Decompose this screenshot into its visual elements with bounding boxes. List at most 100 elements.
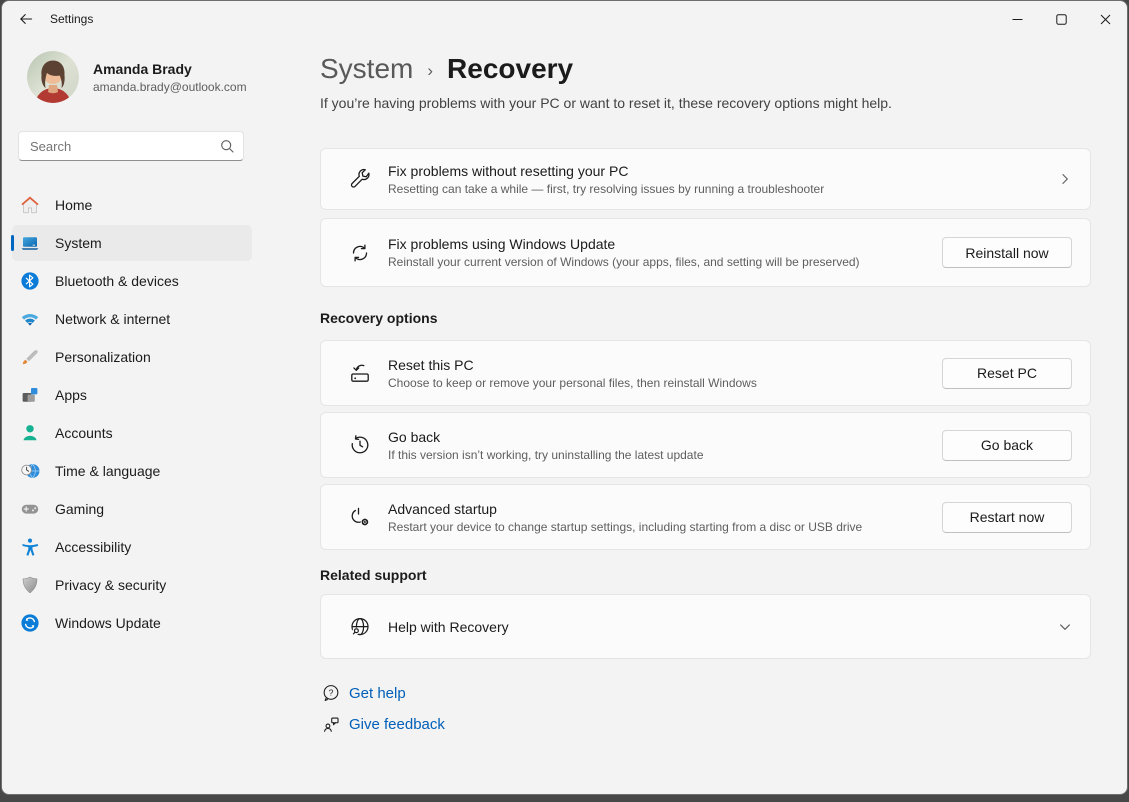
sidebar-item-system[interactable]: System (12, 225, 252, 261)
sidebar-item-personalization[interactable]: Personalization (12, 339, 252, 375)
card-description: Reinstall your current version of Window… (388, 255, 926, 269)
user-profile[interactable]: Amanda Brady amanda.brady@outlook.com (27, 51, 247, 103)
sidebar-item-label: Personalization (55, 349, 151, 365)
personalization-icon (20, 347, 40, 367)
card-description: Choose to keep or remove your personal f… (388, 376, 926, 390)
back-arrow-icon (18, 11, 34, 27)
give-feedback-label: Give feedback (349, 716, 445, 733)
window-controls (995, 1, 1127, 37)
sidebar-item-label: Home (55, 197, 92, 213)
card-title: Go back (388, 429, 926, 445)
sidebar-item-label: Accounts (55, 425, 113, 441)
sidebar-item-home[interactable]: Home (12, 187, 252, 223)
sidebar: Amanda Brady amanda.brady@outlook.com Ho… (2, 37, 262, 794)
sidebar-item-label: System (55, 235, 102, 251)
breadcrumb-separator-icon: › (427, 61, 433, 81)
sidebar-item-gaming[interactable]: Gaming (12, 491, 252, 527)
search-icon (219, 138, 235, 154)
time-language-icon (20, 461, 40, 481)
reinstall-now-button[interactable]: Reinstall now (942, 237, 1072, 268)
sidebar-nav: Home System Bluetooth & devices Network … (2, 185, 262, 643)
accounts-icon (20, 423, 40, 443)
system-icon (20, 233, 40, 253)
search-input[interactable] (30, 139, 219, 154)
reset-pc-icon (348, 361, 372, 385)
card-title: Reset this PC (388, 357, 926, 373)
gaming-icon (20, 499, 40, 519)
sidebar-item-label: Apps (55, 387, 87, 403)
sidebar-item-label: Accessibility (55, 539, 131, 555)
wrench-icon (348, 167, 372, 191)
card-help-with-recovery[interactable]: Help with Recovery (320, 594, 1091, 659)
app-title: Settings (50, 12, 93, 26)
minimize-icon (1012, 14, 1023, 25)
card-description: Resetting can take a while — first, try … (388, 182, 1042, 196)
sidebar-item-network-internet[interactable]: Network & internet (12, 301, 252, 337)
sidebar-item-accessibility[interactable]: Accessibility (12, 529, 252, 565)
sidebar-item-windows-update[interactable]: Windows Update (12, 605, 252, 641)
titlebar: Settings (2, 1, 1127, 37)
section-related-support: Related support (320, 567, 427, 583)
question-bubble-icon: ? (322, 684, 340, 702)
privacy-icon (20, 575, 40, 595)
card-description: Restart your device to change startup se… (388, 520, 926, 534)
page-title: Recovery (447, 53, 573, 85)
sidebar-item-accounts[interactable]: Accounts (12, 415, 252, 451)
card-go-back: Go back If this version isn’t working, t… (320, 412, 1091, 478)
get-help-label: Get help (349, 685, 406, 702)
minimize-button[interactable] (995, 1, 1039, 37)
apps-icon (20, 385, 40, 405)
card-fix-windows-update: Fix problems using Windows Update Reinst… (320, 218, 1091, 287)
breadcrumb: System › Recovery (320, 53, 573, 85)
globe-search-icon (348, 615, 372, 639)
svg-text:?: ? (329, 688, 334, 698)
get-help-link[interactable]: ? Get help (322, 684, 406, 702)
restart-now-button[interactable]: Restart now (942, 502, 1072, 533)
sidebar-item-label: Bluetooth & devices (55, 273, 179, 289)
close-icon (1100, 14, 1111, 25)
power-gear-icon (348, 505, 372, 529)
user-info: Amanda Brady amanda.brady@outlook.com (93, 61, 247, 94)
chevron-right-icon (1058, 172, 1072, 186)
avatar (27, 51, 79, 103)
go-back-button[interactable]: Go back (942, 430, 1072, 461)
page-subtitle: If you’re having problems with your PC o… (320, 95, 892, 111)
card-description: If this version isn’t working, try unins… (388, 448, 926, 462)
user-name: Amanda Brady (93, 61, 247, 77)
section-recovery-options: Recovery options (320, 310, 437, 326)
back-button[interactable] (10, 6, 42, 32)
maximize-icon (1056, 14, 1067, 25)
card-advanced-startup: Advanced startup Restart your device to … (320, 484, 1091, 550)
card-fix-without-reset[interactable]: Fix problems without resetting your PC R… (320, 148, 1091, 210)
sidebar-item-label: Gaming (55, 501, 104, 517)
sidebar-item-label: Time & language (55, 463, 160, 479)
sidebar-item-time-language[interactable]: Time & language (12, 453, 252, 489)
user-email: amanda.brady@outlook.com (93, 80, 247, 94)
sync-icon (348, 241, 372, 265)
search-box[interactable] (18, 131, 244, 161)
windows-update-icon (20, 613, 40, 633)
maximize-button[interactable] (1039, 1, 1083, 37)
accessibility-icon (20, 537, 40, 557)
sidebar-item-label: Windows Update (55, 615, 161, 631)
sidebar-item-privacy-security[interactable]: Privacy & security (12, 567, 252, 603)
card-reset-pc: Reset this PC Choose to keep or remove y… (320, 340, 1091, 406)
card-title: Fix problems using Windows Update (388, 236, 926, 252)
feedback-person-icon (322, 715, 340, 733)
close-button[interactable] (1083, 1, 1127, 37)
sidebar-item-label: Privacy & security (55, 577, 166, 593)
chevron-down-icon[interactable] (1058, 620, 1072, 634)
sidebar-item-label: Network & internet (55, 311, 170, 327)
card-title: Fix problems without resetting your PC (388, 163, 1042, 179)
history-icon (348, 433, 372, 457)
bluetooth-icon (20, 271, 40, 291)
home-icon (20, 195, 40, 215)
network-icon (20, 309, 40, 329)
give-feedback-link[interactable]: Give feedback (322, 715, 445, 733)
reset-pc-button[interactable]: Reset PC (942, 358, 1072, 389)
sidebar-item-apps[interactable]: Apps (12, 377, 252, 413)
sidebar-item-bluetooth-devices[interactable]: Bluetooth & devices (12, 263, 252, 299)
settings-window: Settings (1, 0, 1128, 795)
breadcrumb-system[interactable]: System (320, 53, 413, 85)
card-title: Advanced startup (388, 501, 926, 517)
